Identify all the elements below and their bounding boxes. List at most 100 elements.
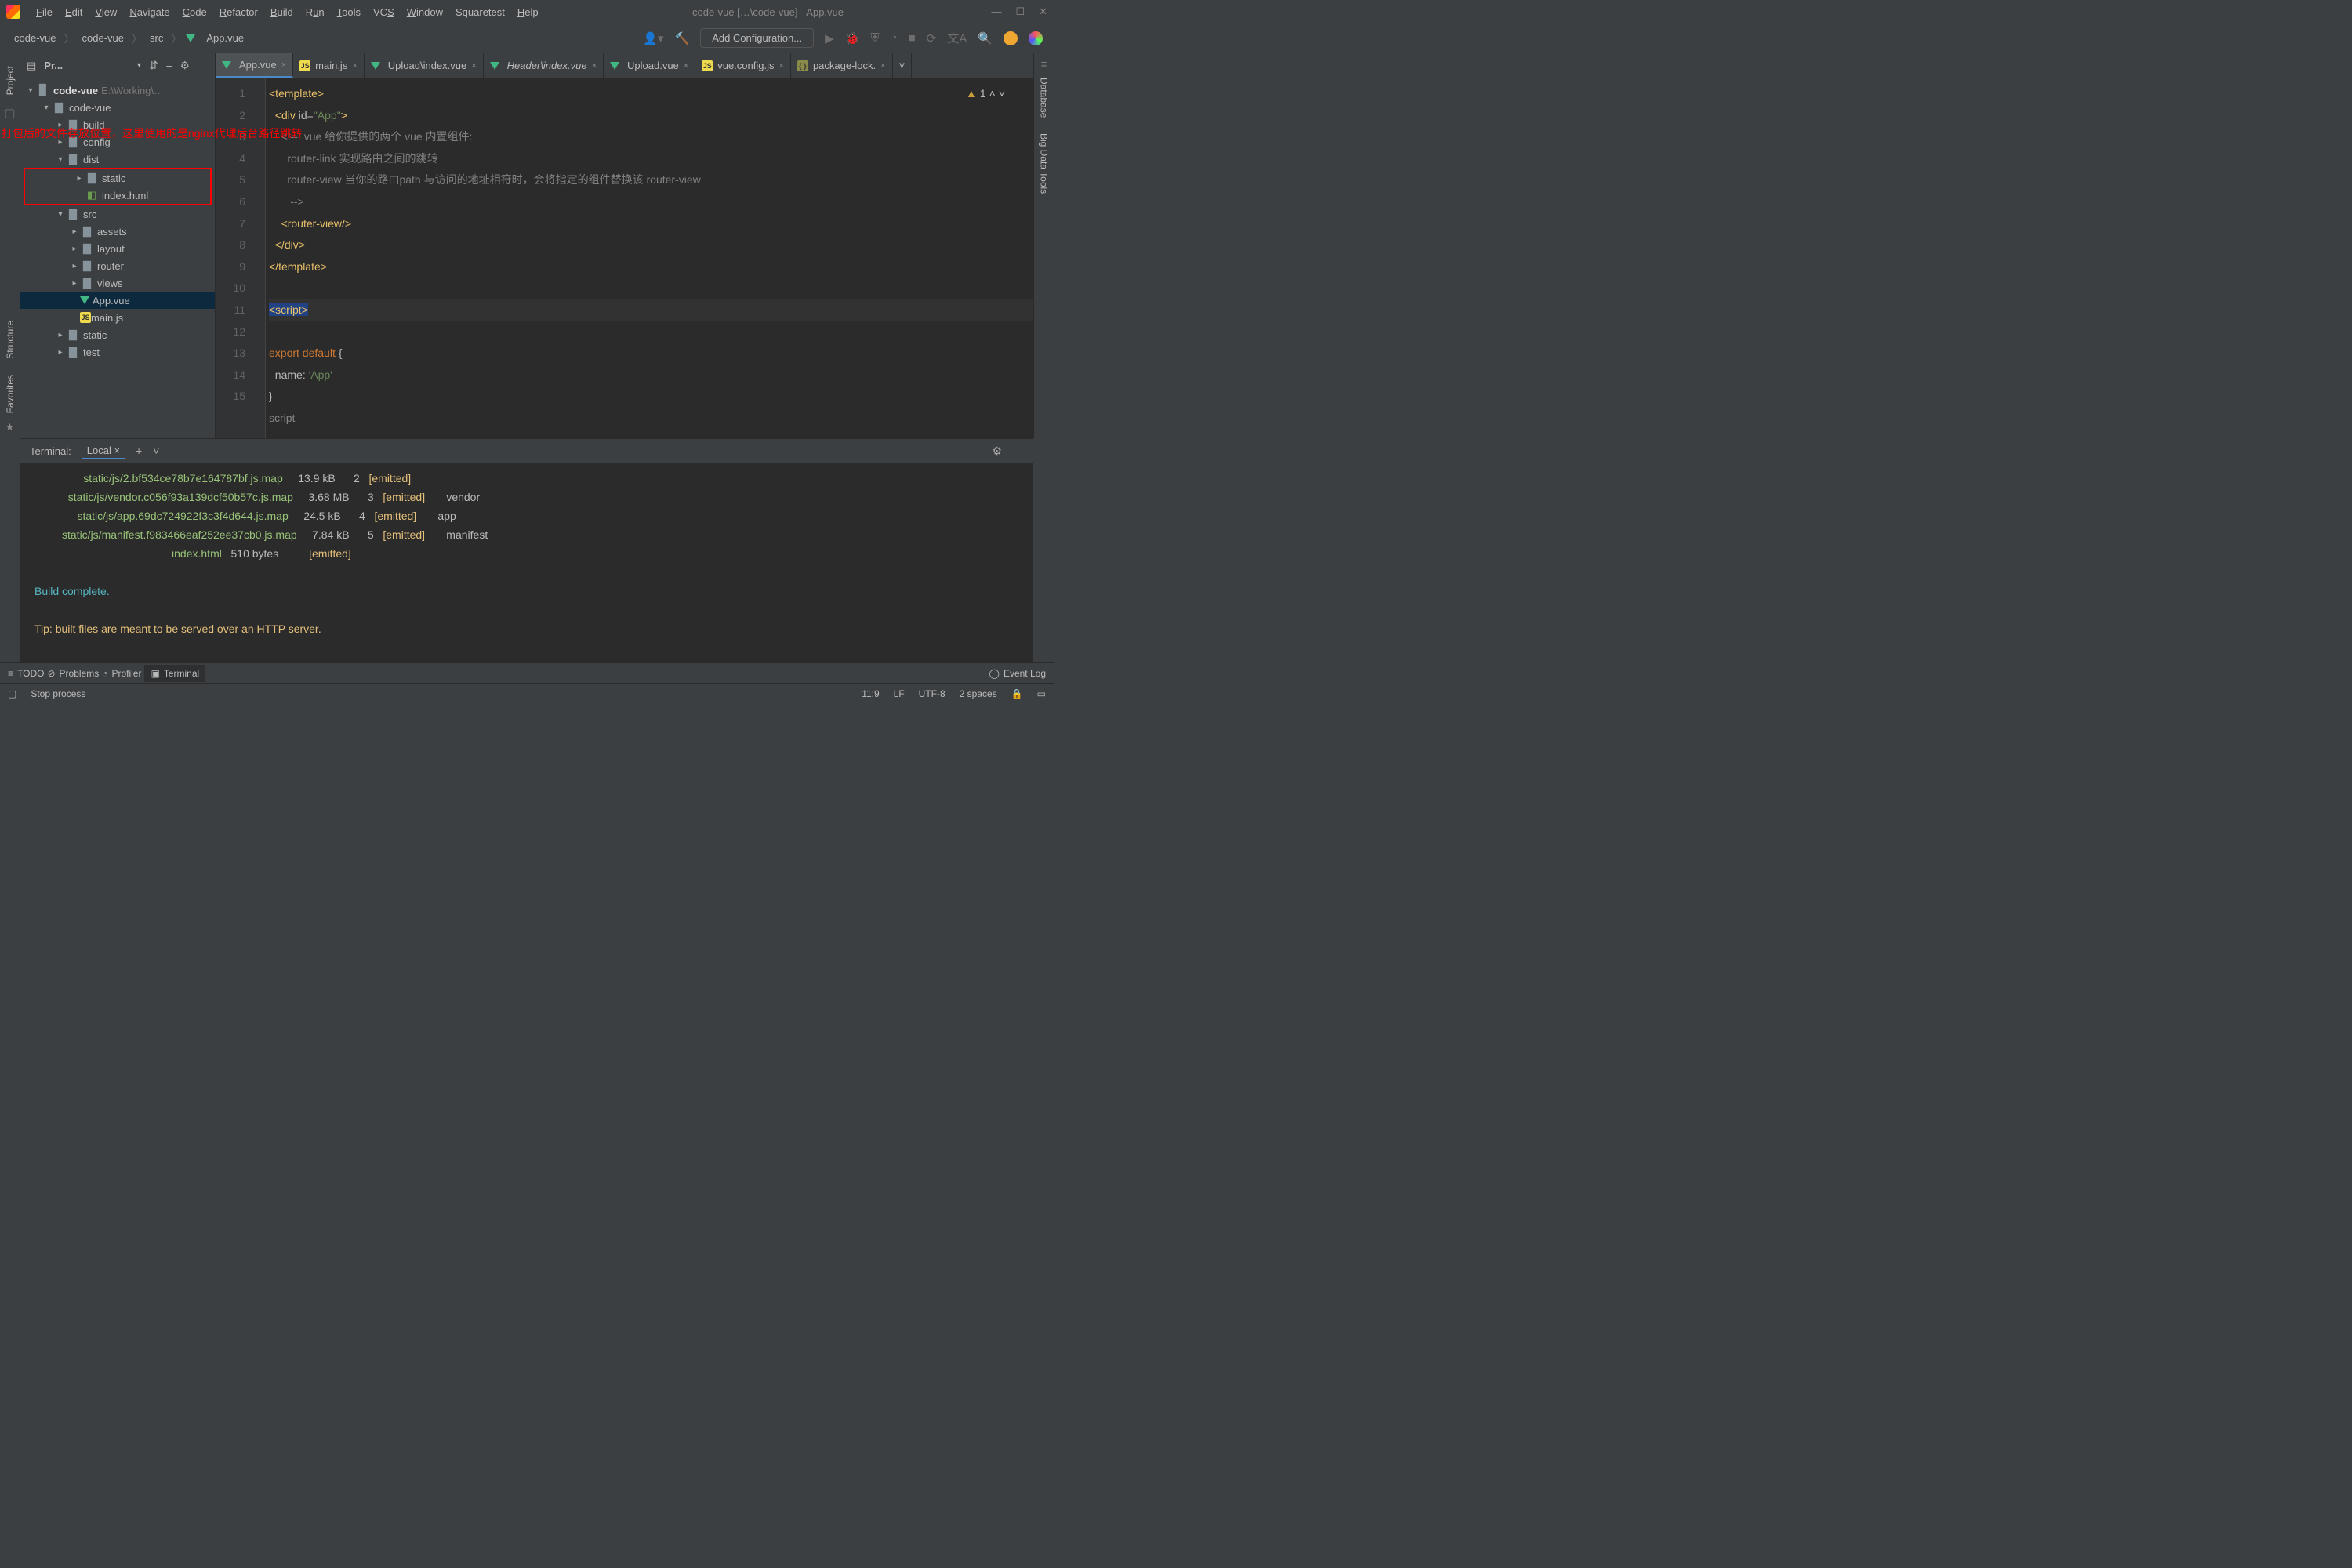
breadcrumb-item[interactable]: App.vue [203, 31, 247, 45]
right-tool-bigdata[interactable]: Big Data Tools [1039, 133, 1050, 194]
breadcrumb-item[interactable]: src [147, 31, 166, 45]
editor-tab-Upload-index-vue[interactable]: Upload\index.vue× [365, 53, 484, 78]
lock-icon[interactable]: 🔒 [1011, 688, 1023, 699]
prev-error-icon[interactable]: ˄ [989, 83, 996, 105]
bottom-tool-todo[interactable]: ≡ TODO [8, 665, 44, 682]
tree-item-index-html[interactable]: ◧index.html [25, 187, 210, 204]
expand-all-icon[interactable]: ⇵ [149, 59, 158, 72]
tabs-overflow[interactable]: ˅ [893, 53, 913, 78]
tree-item-dist[interactable]: ▾▇dist [20, 151, 215, 168]
editor-tab-package-lock-[interactable]: { }package-lock.× [791, 53, 893, 78]
caret-position[interactable]: 11:9 [862, 688, 879, 699]
breadcrumb-item[interactable]: code-vue [79, 31, 127, 45]
close-icon[interactable]: × [281, 60, 286, 70]
tree-item-router[interactable]: ▸▇router [20, 257, 215, 274]
close-icon[interactable]: × [880, 61, 885, 71]
editor-tab-vue-config-js[interactable]: JSvue.config.js× [695, 53, 791, 78]
menu-window[interactable]: Window [401, 6, 449, 18]
chevron-down-icon[interactable]: ▾ [137, 61, 141, 70]
breadcrumb-item[interactable]: code-vue [11, 31, 59, 45]
close-icon[interactable]: × [114, 445, 120, 456]
tree-item-static[interactable]: ▸▇static [20, 326, 215, 343]
bottom-tool-profiler[interactable]: ◔ Profiler [102, 665, 141, 682]
database-icon[interactable]: ≡ [1041, 58, 1047, 70]
tree-item-views[interactable]: ▸▇views [20, 274, 215, 292]
run-icon[interactable]: ▶ [825, 31, 834, 45]
editor-crumb[interactable]: script [269, 408, 1033, 430]
profiler-icon[interactable]: ◔ [891, 31, 898, 45]
menu-file[interactable]: File [30, 6, 59, 18]
gear-icon[interactable]: ⚙ [992, 445, 1002, 458]
close-icon[interactable]: × [471, 61, 476, 71]
project-header-label[interactable]: Pr... [44, 60, 129, 71]
close-icon[interactable]: × [779, 61, 784, 71]
ide-mem-icon[interactable]: ▭ [1037, 688, 1046, 699]
menu-edit[interactable]: Edit [59, 6, 89, 18]
vcs-update-icon[interactable]: ⟳ [927, 31, 937, 45]
editor-tab-App-vue[interactable]: App.vue× [216, 53, 293, 78]
search-icon[interactable]: 🔍 [978, 31, 993, 45]
status-indicator-icon[interactable]: ▢ [8, 688, 16, 699]
menu-view[interactable]: View [89, 6, 123, 18]
menu-code[interactable]: Code [176, 6, 213, 18]
translate-icon[interactable]: 文A [947, 30, 967, 46]
hammer-icon[interactable]: 🔨 [675, 31, 690, 45]
stop-icon[interactable]: ■ [909, 31, 916, 45]
debug-icon[interactable]: 🐞 [845, 31, 860, 45]
terminal-tab-local[interactable]: Local × [82, 443, 125, 459]
minimize-button[interactable]: — [991, 5, 1001, 18]
menu-vcs[interactable]: VCS [367, 6, 401, 18]
editor-tab-main-js[interactable]: JSmain.js× [293, 53, 365, 78]
tree-root[interactable]: ▾▉code-vue E:\Working\… [20, 82, 215, 99]
left-tool-favorites[interactable]: Favorites [5, 375, 16, 413]
indent-config[interactable]: 2 spaces [960, 688, 997, 699]
user-icon[interactable]: 👤▾ [643, 31, 663, 45]
coverage-icon[interactable]: ⛨ [870, 31, 879, 45]
menu-navigate[interactable]: Navigate [123, 6, 176, 18]
hide-icon[interactable]: — [1013, 445, 1024, 457]
menu-tools[interactable]: Tools [331, 6, 367, 18]
menu-build[interactable]: Build [264, 6, 299, 18]
event-log-button[interactable]: ◯ Event Log [989, 668, 1046, 679]
close-icon[interactable]: × [352, 61, 357, 71]
maximize-button[interactable]: ☐ [1015, 5, 1025, 18]
next-error-icon[interactable]: ˅ [999, 83, 1005, 105]
menu-refactor[interactable]: Refactor [213, 6, 264, 18]
menu-squaretest[interactable]: Squaretest [449, 6, 511, 18]
plugin-icon[interactable] [1029, 31, 1043, 45]
collapse-icon[interactable]: ÷ [166, 60, 172, 72]
right-tool-database[interactable]: Database [1039, 78, 1050, 118]
tree-item-main-js[interactable]: JSmain.js [20, 309, 215, 326]
inspection-widget[interactable]: ▲ 1 ˄ ˅ [966, 83, 1005, 105]
menu-run[interactable]: Run [299, 6, 331, 18]
gear-icon[interactable]: ⚙ [180, 59, 190, 72]
menu-help[interactable]: Help [511, 6, 545, 18]
ide-update-icon[interactable] [1004, 31, 1018, 45]
close-icon[interactable]: × [592, 61, 597, 71]
tree-item-App-vue[interactable]: App.vue [20, 292, 215, 309]
editor-tab-Header-index-vue[interactable]: Header\index.vue× [484, 53, 604, 78]
bottom-tool-problems[interactable]: ⊘ Problems [47, 665, 99, 682]
left-tool-structure[interactable]: Structure [5, 321, 16, 359]
run-config-button[interactable]: Add Configuration... [700, 28, 814, 48]
code-editor[interactable]: <template> <div id="App"> <!-- vue 给你提供的… [266, 78, 1033, 438]
chevron-down-icon[interactable]: ˅ [153, 445, 159, 457]
tree-item-test[interactable]: ▸▇test [20, 343, 215, 361]
editor-tab-Upload-vue[interactable]: Upload.vue× [604, 53, 695, 78]
folder-icon[interactable]: ▢ [4, 106, 15, 120]
tree-item-assets[interactable]: ▸▇assets [20, 223, 215, 240]
close-icon[interactable]: × [684, 61, 688, 71]
line-separator[interactable]: LF [894, 688, 905, 699]
tree-item-src[interactable]: ▾▇src [20, 205, 215, 223]
close-button[interactable]: ✕ [1039, 5, 1047, 18]
project-view-icon[interactable]: ▤ [27, 60, 36, 72]
file-encoding[interactable]: UTF-8 [919, 688, 946, 699]
hide-icon[interactable]: — [198, 60, 209, 72]
left-tool-project[interactable]: Project [5, 66, 16, 95]
bottom-tool-terminal[interactable]: ▣ Terminal [144, 665, 205, 682]
terminal-output[interactable]: static/js/2.bf534ce78b7e164787bf.js.map … [20, 463, 1033, 662]
tree-item-layout[interactable]: ▸▇layout [20, 240, 215, 257]
tree-item-code-vue[interactable]: ▾▇code-vue [20, 99, 215, 116]
tree-item-static[interactable]: ▸▇static [25, 169, 210, 187]
add-terminal-icon[interactable]: + [136, 445, 142, 457]
